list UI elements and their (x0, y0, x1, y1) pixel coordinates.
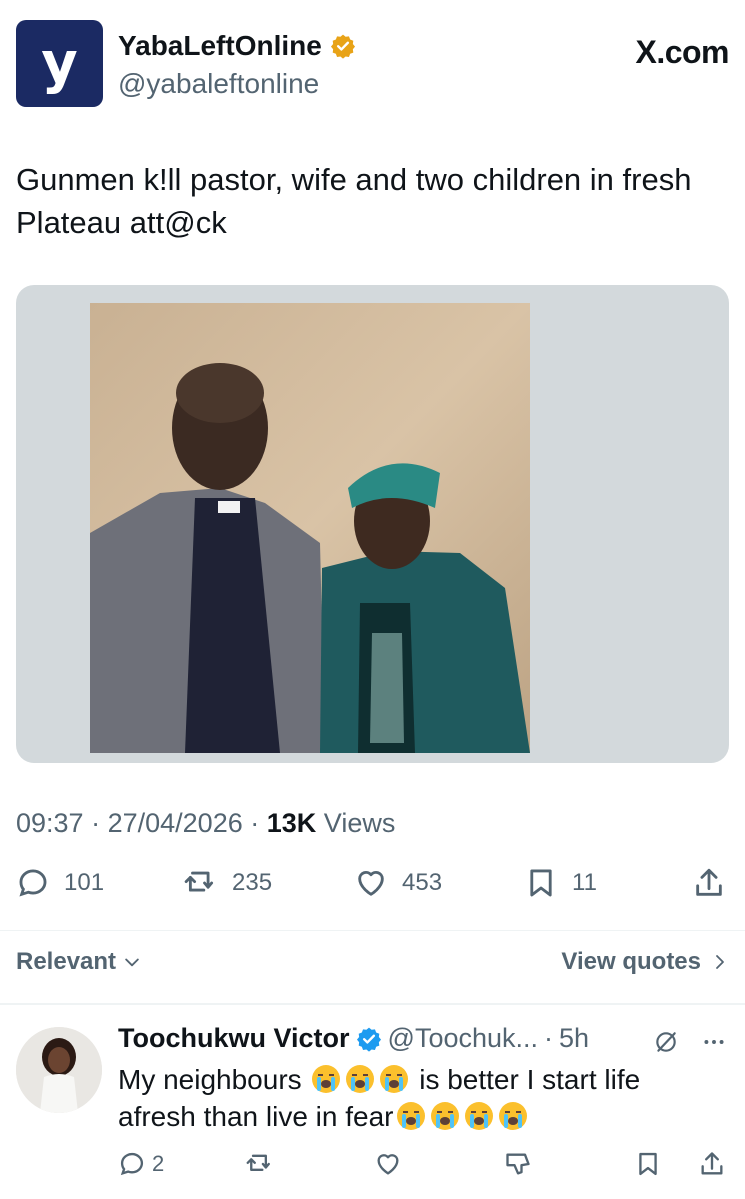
reply-downvote-button[interactable] (504, 1150, 532, 1178)
reply-icon (120, 1152, 144, 1176)
crying-face-icon (430, 1102, 459, 1130)
reply-reply-button[interactable]: 2 (118, 1150, 164, 1178)
reply-separator: · (544, 1023, 554, 1053)
verified-gold-badge-icon (330, 34, 355, 59)
site-label: X.com (635, 34, 729, 70)
account-handle[interactable]: @yabaleftonline (118, 68, 319, 100)
crying-face-icon (464, 1102, 493, 1130)
reply-button[interactable]: 101 (16, 866, 104, 900)
heart-icon (358, 871, 384, 896)
views-label: Views (323, 808, 396, 838)
tweet-action-bar: 101 235 453 11 (16, 866, 729, 910)
repost-button[interactable]: 235 (184, 866, 272, 900)
more-icon[interactable] (701, 1029, 727, 1055)
tweet-date[interactable]: 27/04/2026 (108, 808, 243, 838)
downvote-icon (506, 1153, 530, 1175)
avatar-letter: y (41, 31, 78, 96)
name-row: YabaLeftOnline (118, 30, 356, 62)
divider (0, 930, 745, 931)
view-quotes-label: View quotes (561, 948, 701, 975)
reply-time[interactable]: 5h (559, 1023, 589, 1054)
bookmark-icon (639, 1152, 657, 1176)
sort-label: Relevant (16, 948, 117, 975)
share-icon (701, 1152, 723, 1175)
reply-share-button[interactable] (698, 1150, 726, 1178)
tweet-header: y YabaLeftOnline @yabaleftonline X.com (16, 20, 729, 110)
views-count: 13K (266, 808, 317, 838)
tweet-photo (90, 303, 530, 753)
reply-author-handle[interactable]: @Toochuk... (388, 1023, 538, 1054)
reply-text: My neighbours is better I start life afr… (118, 1061, 718, 1135)
bookmark-count: 11 (572, 869, 597, 896)
reply-reply-count: 2 (152, 1151, 165, 1176)
reply-count: 101 (64, 869, 105, 896)
crying-face-icon (346, 1065, 375, 1093)
repost-icon (184, 871, 214, 892)
crying-face-icon (498, 1102, 527, 1130)
heart-icon (377, 1154, 399, 1175)
view-quotes-link[interactable]: View quotes (561, 948, 729, 976)
reply-bookmark-button[interactable] (634, 1150, 662, 1178)
share-button[interactable] (692, 866, 726, 900)
reply-item[interactable]: Toochukwu Victor @Toochuk... · 5h My nei… (0, 1005, 745, 1199)
reply-like-button[interactable] (374, 1150, 402, 1178)
grok-icon[interactable] (653, 1029, 679, 1055)
like-button[interactable]: 453 (354, 866, 442, 900)
chevron-down-icon (125, 958, 139, 967)
tweet-time[interactable]: 09:37 (16, 808, 84, 838)
tweet-meta: 09:37 · 27/04/2026 · 13K Views (16, 808, 395, 839)
reply-avatar[interactable] (16, 1027, 102, 1113)
repost-icon (246, 1154, 270, 1171)
meta-separator: · (250, 808, 267, 838)
verified-blue-badge-icon (356, 1027, 381, 1052)
display-name[interactable]: YabaLeftOnline (118, 30, 322, 62)
reply-header: Toochukwu Victor @Toochuk... · 5h (118, 1023, 589, 1054)
crying-face-icon (312, 1065, 341, 1093)
share-icon (696, 868, 722, 896)
reply-top-icons (653, 1029, 727, 1055)
bookmark-button[interactable]: 11 (524, 866, 597, 900)
bookmark-icon (530, 869, 552, 897)
tweet-text: Gunmen k!ll pastor, wife and two childre… (16, 162, 692, 240)
reply-repost-button[interactable] (246, 1150, 274, 1178)
chevron-right-icon (716, 955, 724, 969)
account-avatar[interactable]: y (16, 20, 103, 107)
meta-separator: · (91, 808, 108, 838)
crying-face-icon (380, 1065, 409, 1093)
reply-action-bar: 2 (118, 1150, 729, 1186)
crying-face-icon (396, 1102, 425, 1130)
reply-text-part1: My neighbours (118, 1064, 302, 1095)
tweet-media[interactable] (16, 285, 729, 763)
reply-author-name[interactable]: Toochukwu Victor (118, 1023, 350, 1054)
like-count: 453 (402, 869, 443, 896)
sort-dropdown[interactable]: Relevant (16, 948, 142, 976)
repost-count: 235 (232, 869, 273, 896)
reply-icon (19, 869, 47, 897)
